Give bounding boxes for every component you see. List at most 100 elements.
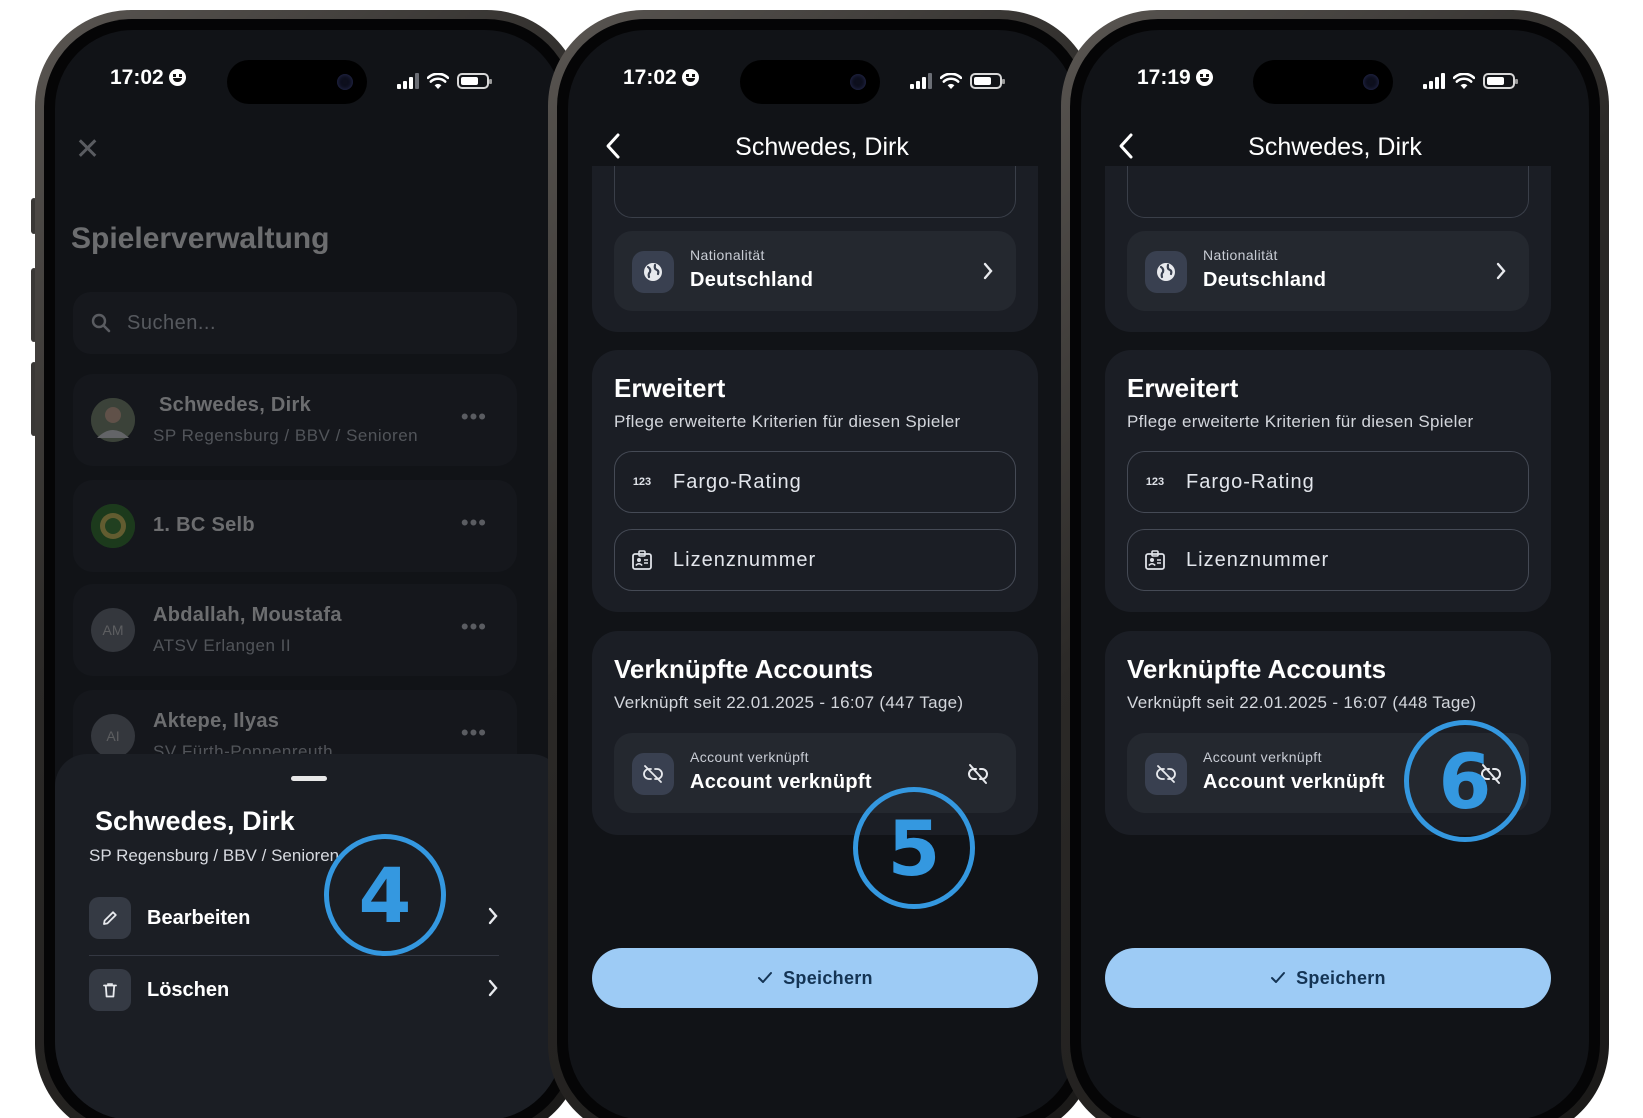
fargo-rating-input[interactable]: 123 Fargo-Rating — [614, 451, 1016, 513]
player-name: Aktepe, Ilyas — [153, 710, 280, 732]
dynamic-island — [740, 60, 880, 104]
id-badge-icon — [1144, 549, 1166, 571]
save-button[interactable]: Speichern — [592, 948, 1038, 1008]
linked-account-row[interactable]: Account verknüpft Account verknüpft — [614, 733, 1016, 813]
more-icon[interactable]: ••• — [461, 510, 487, 536]
globe-icon — [1145, 251, 1187, 293]
delete-button[interactable]: Löschen — [89, 968, 499, 1012]
phone-frame-2: 17:02 Schwedes, Dirk Nationalität Deutsc… — [548, 10, 1096, 1118]
globe-icon — [632, 251, 674, 293]
step-badge-5: 5 — [853, 787, 975, 909]
advanced-subtitle: Pflege erweiterte Kriterien für diesen S… — [1127, 412, 1474, 431]
chevron-right-icon — [983, 262, 993, 280]
list-item-player[interactable]: 1. BC Selb ••• — [73, 480, 517, 572]
license-number-input[interactable]: Lizenznummer — [614, 529, 1016, 591]
nationality-value: Deutschland — [690, 269, 814, 291]
save-button[interactable]: Speichern — [1105, 948, 1551, 1008]
phone-frame-3: 17:19 Schwedes, Dirk Nationalität Deutsc… — [1061, 10, 1609, 1118]
more-icon[interactable]: ••• — [461, 614, 487, 640]
smiley-icon — [681, 69, 699, 86]
fargo-rating-placeholder: Fargo-Rating — [1186, 470, 1315, 493]
account-caption: Account verknüpft — [690, 749, 809, 765]
license-number-placeholder: Lizenznummer — [673, 548, 817, 571]
search-input[interactable]: Suchen... — [73, 292, 517, 354]
text-field[interactable] — [614, 166, 1016, 218]
close-icon[interactable]: ✕ — [75, 135, 100, 165]
delete-label: Löschen — [147, 978, 230, 1001]
nationality-value: Deutschland — [1203, 269, 1327, 291]
dynamic-island — [1253, 60, 1393, 104]
player-name: Schwedes, Dirk — [159, 394, 312, 416]
phone-frame-1: 17:02 ✕ Spielerverwaltung Suchen... Schw… — [35, 10, 583, 1118]
avatar-photo — [91, 398, 135, 442]
unlink-icon[interactable] — [966, 762, 990, 786]
status-icons — [910, 72, 1005, 90]
sheet-player-name: Schwedes, Dirk — [95, 806, 295, 836]
more-icon[interactable]: ••• — [461, 720, 487, 746]
player-name: 1. BC Selb — [153, 514, 255, 536]
smiley-icon — [1195, 69, 1213, 86]
numbers-icon: 123 — [1145, 476, 1165, 488]
linked-accounts-subtitle: Verknüpft seit 22.01.2025 - 16:07 (448 T… — [1127, 693, 1477, 712]
bottom-sheet: Schwedes, Dirk SP Regensburg / BBV / Sen… — [55, 754, 563, 1118]
screen-player-management: 17:02 ✕ Spielerverwaltung Suchen... Schw… — [55, 30, 563, 1118]
page-title: Schwedes, Dirk — [735, 133, 909, 161]
advanced-subtitle: Pflege erweiterte Kriterien für diesen S… — [614, 412, 961, 431]
chevron-right-icon — [488, 907, 498, 925]
checkmark-icon — [1271, 972, 1286, 983]
link-off-icon — [632, 753, 674, 795]
step-badge-4: 4 — [324, 834, 446, 956]
license-number-input[interactable]: Lizenznummer — [1127, 529, 1529, 591]
fargo-rating-input[interactable]: 123 Fargo-Rating — [1127, 451, 1529, 513]
player-subtitle: SP Regensburg / BBV / Senioren — [153, 426, 419, 445]
checkmark-icon — [758, 972, 773, 983]
search-icon — [91, 313, 111, 333]
screen-player-edit-later: 17:19 Schwedes, Dirk Nationalität Deutsc… — [1081, 30, 1589, 1118]
edit-label: Bearbeiten — [147, 906, 251, 929]
camera-icon — [1363, 74, 1379, 90]
nationality-row[interactable]: Nationalität Deutschland — [614, 231, 1016, 311]
search-placeholder: Suchen... — [127, 311, 217, 334]
more-icon[interactable]: ••• — [461, 404, 487, 430]
advanced-title: Erweitert — [614, 373, 726, 403]
pencil-icon — [89, 897, 131, 939]
text-field[interactable] — [1127, 166, 1529, 218]
step-badge-6: 6 — [1404, 720, 1526, 842]
club-logo-icon — [91, 504, 135, 548]
battery-icon — [970, 73, 1005, 89]
save-label: Speichern — [1296, 967, 1386, 988]
signal-icon — [910, 73, 932, 89]
account-value: Account verknüpft — [690, 771, 872, 793]
camera-icon — [850, 74, 866, 90]
page-title: Schwedes, Dirk — [1248, 133, 1422, 161]
save-label: Speichern — [783, 967, 873, 988]
status-icons — [1423, 72, 1518, 90]
player-subtitle: ATSV Erlangen II — [153, 636, 292, 655]
link-off-icon — [1145, 753, 1187, 795]
nationality-caption: Nationalität — [690, 247, 765, 263]
linked-accounts-title: Verknüpfte Accounts — [614, 654, 874, 684]
id-badge-icon — [631, 549, 653, 571]
linked-accounts-subtitle: Verknüpft seit 22.01.2025 - 16:07 (447 T… — [614, 693, 964, 712]
list-item-player[interactable]: AM Abdallah, Moustafa ATSV Erlangen II •… — [73, 584, 517, 676]
avatar-initials: AM — [91, 608, 135, 652]
nationality-caption: Nationalität — [1203, 247, 1278, 263]
nationality-row[interactable]: Nationalität Deutschland — [1127, 231, 1529, 311]
linked-accounts-title: Verknüpfte Accounts — [1127, 654, 1387, 684]
chevron-right-icon — [1496, 262, 1506, 280]
battery-icon — [1483, 73, 1518, 89]
fargo-rating-placeholder: Fargo-Rating — [673, 470, 802, 493]
list-item-player[interactable]: Schwedes, Dirk SP Regensburg / BBV / Sen… — [73, 374, 517, 466]
screen-player-edit: 17:02 Schwedes, Dirk Nationalität Deutsc… — [568, 30, 1076, 1118]
numbers-icon: 123 — [632, 476, 652, 488]
status-time: 17:19 — [1137, 66, 1213, 90]
divider — [89, 955, 499, 956]
status-time: 17:02 — [623, 66, 699, 90]
page-title: Spielerverwaltung — [71, 222, 330, 255]
account-value: Account verknüpft — [1203, 771, 1385, 793]
wifi-icon — [940, 72, 962, 89]
account-caption: Account verknüpft — [1203, 749, 1322, 765]
trash-icon — [89, 969, 131, 1011]
sheet-handle[interactable] — [291, 776, 327, 781]
advanced-title: Erweitert — [1127, 373, 1239, 403]
